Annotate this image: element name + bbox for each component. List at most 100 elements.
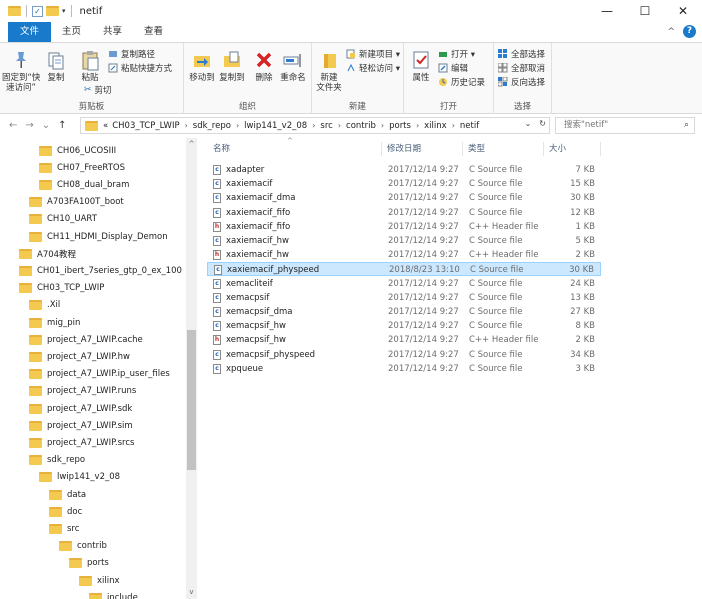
tree-item[interactable]: sdk_repo	[29, 452, 85, 469]
search-box[interactable]: 搜索"netif" ⌕	[555, 117, 695, 134]
cut-button[interactable]: ✂ 剪切	[84, 84, 112, 96]
up-icon[interactable]: ↑	[58, 120, 66, 131]
history-button[interactable]: 历史记录	[438, 76, 485, 88]
tree-item[interactable]: project_A7_LWIP.ip_user_files	[29, 366, 170, 383]
chevron-right-icon[interactable]: ›	[416, 121, 419, 130]
breadcrumb-item[interactable]: lwip141_v2_08	[244, 121, 307, 131]
minimize-button[interactable]: —	[588, 0, 626, 22]
new-item-button[interactable]: 新建项目 ▾	[346, 48, 400, 60]
breadcrumb-item[interactable]: ports	[389, 121, 411, 131]
column-divider[interactable]	[543, 142, 544, 156]
file-row[interactable]: h xemacpsif_hw 2017/12/14 9:27 C++ Header f…	[207, 333, 601, 347]
breadcrumb-overflow[interactable]: «	[103, 121, 108, 131]
scrollbar-thumb[interactable]	[187, 330, 196, 470]
new-folder-icon[interactable]	[46, 6, 59, 16]
tree-item[interactable]: project_A7_LWIP.cache	[29, 331, 143, 348]
file-row[interactable]: c xpqueue 2017/12/14 9:27 C Source file 3 KB	[207, 362, 601, 376]
column-divider[interactable]	[600, 142, 601, 156]
help-icon[interactable]: ?	[683, 25, 696, 38]
file-row[interactable]: c xemacpsif_dma 2017/12/14 9:27 C Source fi…	[207, 305, 601, 319]
tree-item[interactable]: xilinx	[79, 572, 120, 589]
recent-dropdown-icon[interactable]: ⌄	[42, 120, 50, 131]
copy-to-button[interactable]: 复制到	[218, 49, 246, 83]
breadcrumb-item[interactable]: sdk_repo	[193, 121, 231, 131]
maximize-button[interactable]: ☐	[626, 0, 664, 22]
file-row[interactable]: c xaxiemacif_dma 2017/12/14 9:27 C Source f…	[207, 191, 601, 205]
scroll-down-icon[interactable]: v	[186, 588, 197, 596]
tree-item[interactable]: project_A7_LWIP.srcs	[29, 434, 134, 451]
file-row[interactable]: c xemacpsif 2017/12/14 9:27 C Source file 13…	[207, 291, 601, 305]
forward-icon[interactable]: →	[25, 120, 33, 131]
easy-access-button[interactable]: 轻松访问 ▾	[346, 62, 400, 74]
tree-item[interactable]: CH10_UART	[29, 211, 97, 228]
file-row[interactable]: c xaxiemacif_physpeed 2018/8/23 13:10 C Sou…	[207, 262, 601, 277]
chevron-right-icon[interactable]: ›	[236, 121, 239, 130]
tree-item[interactable]: ports	[69, 555, 109, 572]
invert-selection-button[interactable]: 反向选择	[498, 76, 545, 88]
pin-quick-access-button[interactable]: 固定到“快 速访问”	[2, 49, 40, 93]
file-row[interactable]: c xemacpsif_physpeed 2017/12/14 9:27 C Sour…	[207, 348, 601, 362]
tree-item[interactable]: CH01_ibert_7series_gtp_0_ex_100	[19, 262, 182, 279]
address-bar[interactable]: « CH03_TCP_LWIP › sdk_repo › lwip141_v2_08…	[80, 117, 550, 134]
chevron-right-icon[interactable]: ›	[312, 121, 315, 130]
collapse-ribbon-icon[interactable]: ^	[667, 27, 675, 37]
column-header-size[interactable]: 大小	[549, 140, 599, 158]
address-dropdown-icon[interactable]: ⌄	[525, 119, 532, 128]
tree-item[interactable]: .Xil	[29, 297, 60, 314]
tree-item[interactable]: CH03_TCP_LWIP	[19, 280, 104, 297]
breadcrumb-item[interactable]: src	[320, 121, 332, 131]
open-button[interactable]: 打开 ▾	[438, 48, 475, 60]
tab-share[interactable]: 共享	[92, 22, 133, 42]
select-all-button[interactable]: 全部选择	[498, 48, 545, 60]
copy-button[interactable]: 复制	[44, 49, 68, 83]
move-to-button[interactable]: 移动到	[188, 49, 216, 83]
file-row[interactable]: c xemacliteif 2017/12/14 9:27 C Source file…	[207, 277, 601, 291]
column-header-name[interactable]: 名称	[213, 140, 383, 158]
file-row[interactable]: h xaxiemacif_fifo 2017/12/14 9:27 C++ Heade…	[207, 220, 601, 234]
breadcrumb-item[interactable]: CH03_TCP_LWIP	[112, 121, 179, 131]
column-divider[interactable]	[381, 142, 382, 156]
tree-item[interactable]: CH07_FreeRTOS	[39, 159, 125, 176]
tree-item[interactable]: project_A7_LWIP.sdk	[29, 400, 132, 417]
edit-button[interactable]: 编辑	[438, 62, 468, 74]
column-header-type[interactable]: 类型	[468, 140, 548, 158]
tab-file[interactable]: 文件	[8, 22, 52, 42]
file-row[interactable]: c xaxiemacif_hw 2017/12/14 9:27 C Source fi…	[207, 234, 601, 248]
tree-item[interactable]: lwip141_v2_08	[39, 469, 120, 486]
tree-item[interactable]: data	[49, 486, 86, 503]
scroll-up-icon[interactable]: ^	[186, 140, 197, 148]
column-divider[interactable]	[462, 142, 463, 156]
paste-shortcut-button[interactable]: 粘贴快捷方式	[108, 62, 172, 74]
chevron-right-icon[interactable]: ›	[185, 121, 188, 130]
properties-check-icon[interactable]: ✓	[32, 5, 43, 17]
refresh-icon[interactable]: ↻	[539, 119, 546, 128]
tab-home[interactable]: 主页	[51, 22, 92, 42]
tree-item[interactable]: contrib	[59, 538, 107, 555]
back-icon[interactable]: ←	[9, 120, 17, 131]
navigation-pane[interactable]: ^ v CH06_UCOSIII CH07_FreeRTOS CH08_dual_b…	[0, 138, 198, 599]
breadcrumb-item[interactable]: netif	[460, 121, 479, 131]
close-button[interactable]: ✕	[664, 0, 702, 22]
file-row[interactable]: c xaxiemacif 2017/12/14 9:27 C Source file 1…	[207, 177, 601, 191]
tree-item[interactable]: project_A7_LWIP.runs	[29, 383, 136, 400]
column-header-date[interactable]: 修改日期	[387, 140, 467, 158]
file-row[interactable]: c xadapter 2017/12/14 9:27 C Source file 7 K…	[207, 163, 601, 177]
file-row[interactable]: h xaxiemacif_hw 2017/12/14 9:27 C++ Header …	[207, 248, 601, 262]
tree-item[interactable]: A704教程	[19, 245, 76, 262]
file-row[interactable]: c xaxiemacif_fifo 2017/12/14 9:27 C Source …	[207, 206, 601, 220]
file-row[interactable]: c xemacpsif_hw 2017/12/14 9:27 C Source fil…	[207, 319, 601, 333]
copy-path-button[interactable]: 复制路径	[108, 48, 155, 60]
chevron-right-icon[interactable]: ›	[381, 121, 384, 130]
paste-button[interactable]: 粘贴	[76, 49, 104, 83]
tree-item[interactable]: project_A7_LWIP.hw	[29, 348, 130, 365]
nav-scrollbar[interactable]: ^ v	[186, 138, 197, 599]
search-input[interactable]: 搜索"netif"	[564, 120, 608, 130]
chevron-right-icon[interactable]: ›	[338, 121, 341, 130]
tree-item[interactable]: CH11_HDMI_Display_Demon	[29, 228, 168, 245]
tab-view[interactable]: 查看	[133, 22, 174, 42]
tree-item[interactable]: A703FA100T_boot	[29, 194, 124, 211]
tree-item[interactable]: doc	[49, 503, 82, 520]
delete-button[interactable]: 删除	[252, 49, 276, 83]
tree-item[interactable]: include	[89, 589, 138, 599]
customize-dropdown-icon[interactable]: ▾	[62, 7, 66, 15]
